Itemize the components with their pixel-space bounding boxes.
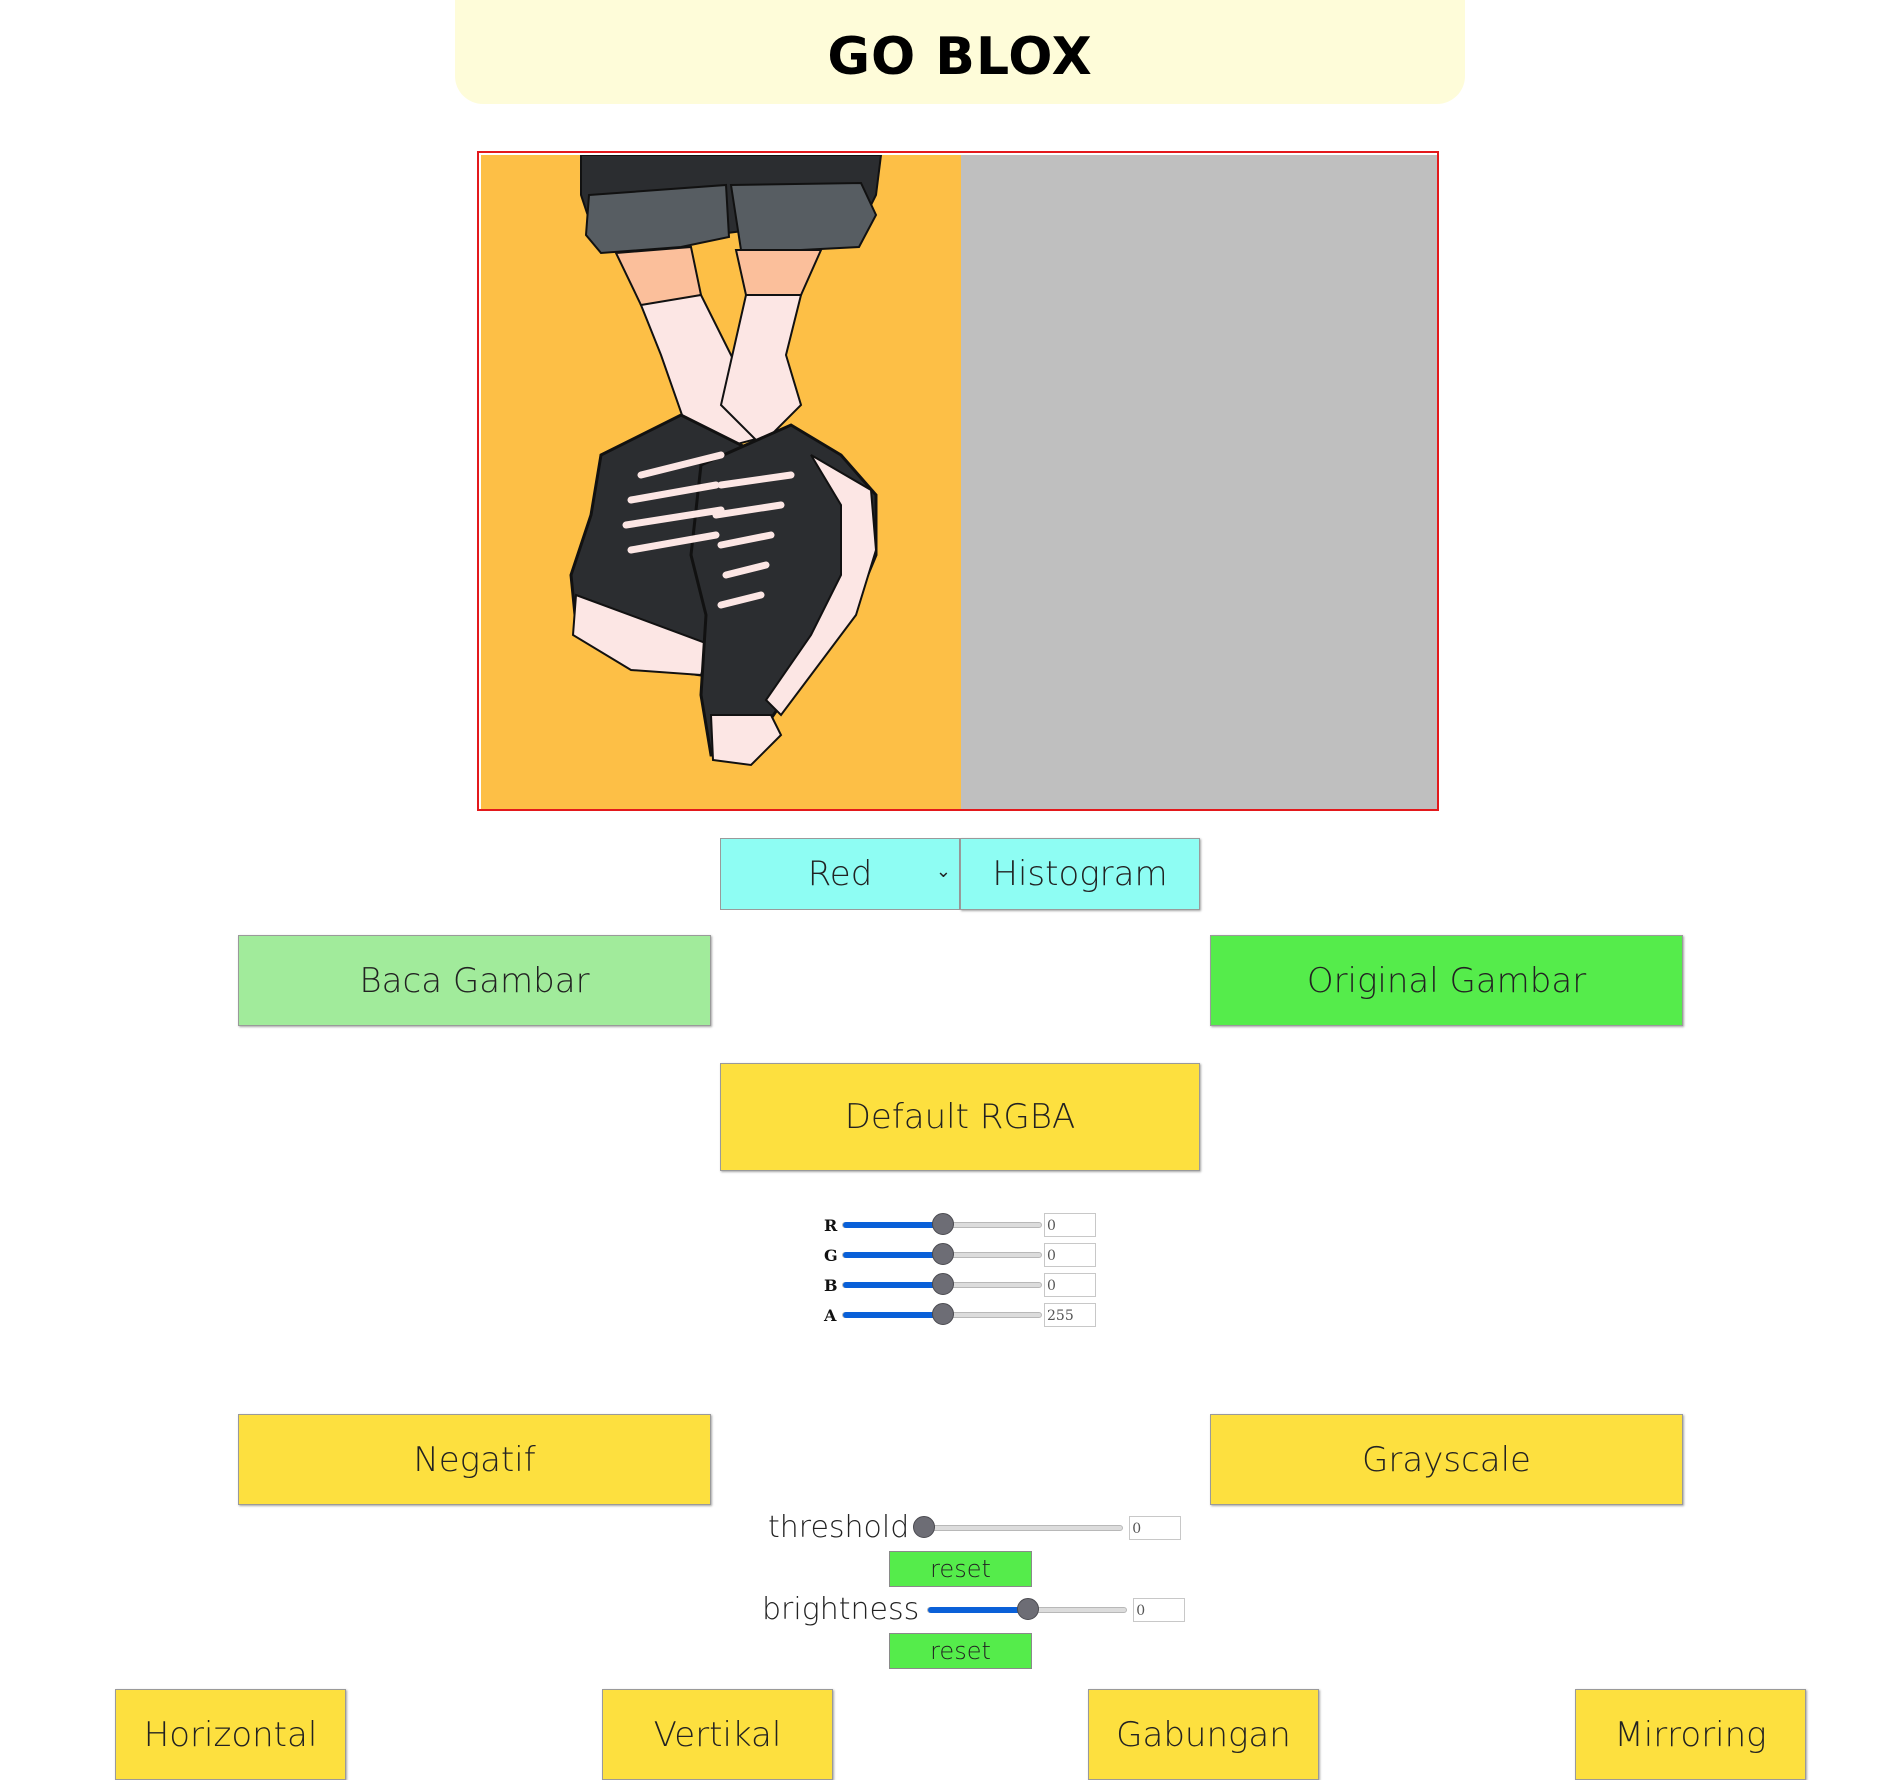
rgba-slider-b[interactable]: [842, 1273, 1042, 1295]
rgba-slider-fill: [843, 1222, 943, 1228]
rgba-slider-row-r: R0: [824, 1213, 1096, 1237]
threshold-row: threshold 0: [768, 1510, 1182, 1545]
mirroring-button[interactable]: Mirroring: [1575, 1689, 1806, 1780]
brightness-label: brightness: [762, 1592, 920, 1627]
grayscale-button[interactable]: Grayscale: [1210, 1414, 1683, 1505]
threshold-slider-thumb[interactable]: [913, 1515, 936, 1538]
brightness-slider-fill: [928, 1606, 1029, 1613]
rgba-slider-row-g: G0: [824, 1243, 1096, 1267]
baca-gambar-button[interactable]: Baca Gambar: [238, 935, 711, 1026]
rgba-slider-label: A: [824, 1305, 837, 1325]
rgba-slider-r[interactable]: [842, 1213, 1042, 1235]
default-rgba-button[interactable]: Default RGBA: [720, 1063, 1200, 1171]
rgba-slider-fill: [843, 1282, 943, 1288]
channel-select[interactable]: Red ⌄: [720, 838, 960, 910]
rgba-slider-g[interactable]: [842, 1243, 1042, 1265]
brightness-value-input[interactable]: 0: [1133, 1597, 1186, 1622]
brightness-slider-thumb[interactable]: [1017, 1597, 1040, 1620]
negatif-button[interactable]: Negatif: [238, 1414, 711, 1505]
vertikal-button[interactable]: Vertikal: [602, 1689, 833, 1780]
rgba-slider-fill: [843, 1312, 943, 1318]
rgba-value-input-b[interactable]: 0: [1044, 1273, 1096, 1297]
input-image-canvas: [481, 155, 961, 809]
shoes-illustration: [481, 155, 961, 809]
brightness-reset-button[interactable]: reset: [889, 1633, 1032, 1669]
rgba-slider-row-b: B0: [824, 1273, 1096, 1297]
rgba-slider-thumb[interactable]: [932, 1213, 954, 1235]
horizontal-button[interactable]: Horizontal: [115, 1689, 346, 1780]
rgba-value-input-a[interactable]: 255: [1044, 1303, 1096, 1327]
threshold-value-input[interactable]: 0: [1129, 1515, 1182, 1540]
channel-select-value: Red: [807, 854, 873, 894]
rgba-slider-thumb[interactable]: [932, 1243, 954, 1265]
rgba-slider-label: B: [824, 1275, 838, 1295]
brightness-row: brightness 0: [762, 1592, 1186, 1627]
rgba-value-input-g[interactable]: 0: [1044, 1243, 1096, 1267]
title-banner: GO BLOX: [455, 0, 1465, 104]
threshold-reset-button[interactable]: reset: [889, 1551, 1032, 1587]
rgba-slider-label: G: [824, 1245, 838, 1265]
original-gambar-button[interactable]: Original Gambar: [1210, 935, 1683, 1026]
gabungan-button[interactable]: Gabungan: [1088, 1689, 1319, 1780]
output-image-canvas: [961, 155, 1437, 809]
threshold-slider[interactable]: [913, 1515, 1124, 1538]
rgba-value-input-r[interactable]: 0: [1044, 1213, 1096, 1237]
histogram-button[interactable]: Histogram: [960, 838, 1200, 910]
rgba-slider-thumb[interactable]: [932, 1303, 954, 1325]
rgba-slider-a[interactable]: [842, 1303, 1042, 1325]
rgba-slider-label: R: [824, 1215, 838, 1235]
brightness-slider[interactable]: [927, 1597, 1128, 1620]
rgba-slider-fill: [843, 1252, 943, 1258]
page-title: GO BLOX: [827, 27, 1093, 87]
rgba-slider-row-a: A 255: [824, 1303, 1096, 1327]
chevron-down-icon: ⌄: [935, 861, 951, 882]
rgba-slider-thumb[interactable]: [932, 1273, 954, 1295]
threshold-label: threshold: [768, 1510, 910, 1545]
canvas-frame: [477, 151, 1439, 811]
